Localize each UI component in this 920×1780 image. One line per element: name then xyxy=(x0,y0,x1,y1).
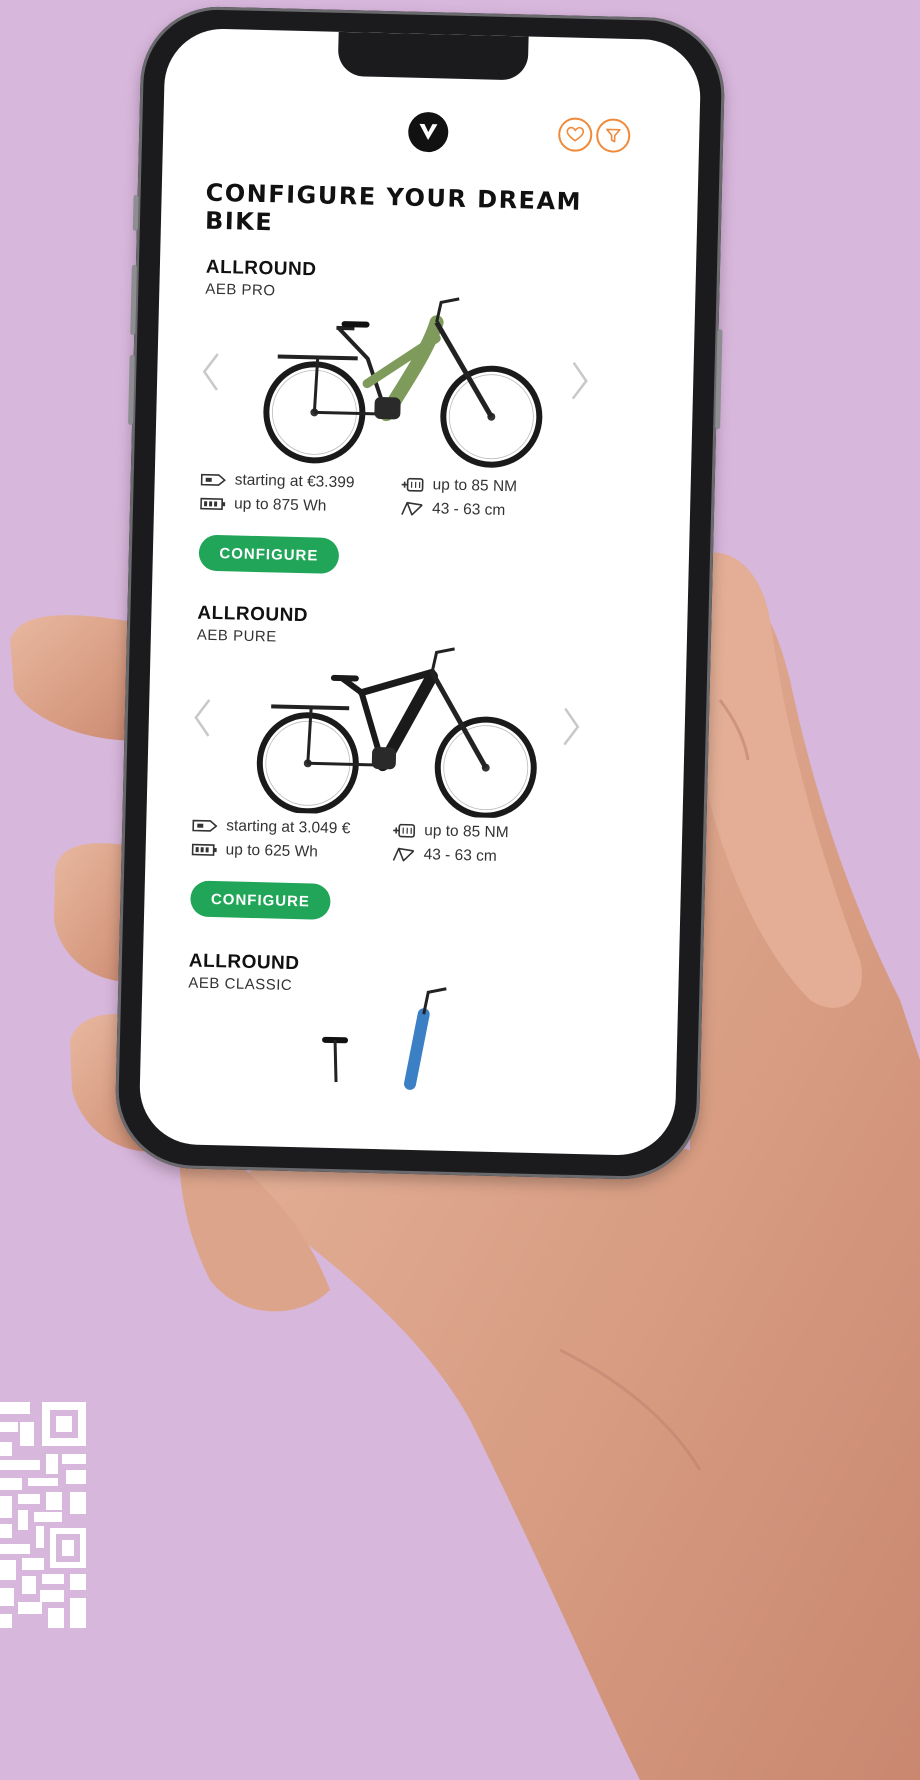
chevron-left-icon[interactable] xyxy=(186,692,217,743)
torque-spec: up to 85 NM xyxy=(392,821,509,842)
bike-category: ALLROUND xyxy=(197,602,309,627)
frame-size-icon xyxy=(401,501,423,516)
price-spec: starting at €3.399 xyxy=(200,471,355,493)
torque-text: up to 85 NM xyxy=(423,822,509,842)
frame-size-spec: 43 - 63 cm xyxy=(400,499,506,520)
bike-image xyxy=(322,987,447,1090)
battery-icon xyxy=(200,497,226,510)
torque-text: up to 85 NM xyxy=(432,476,518,496)
motor-icon xyxy=(401,477,424,492)
page-title: CONFIGURE YOUR DREAM BIKE xyxy=(204,178,583,237)
chevron-right-icon[interactable] xyxy=(565,355,596,406)
chevron-right-icon[interactable] xyxy=(556,701,587,752)
bike-category: ALLROUND xyxy=(205,256,317,281)
bike-card: ALLROUND AEB CLASSIC xyxy=(140,949,679,1090)
frame-size-spec: 43 - 63 cm xyxy=(391,845,497,866)
battery-spec: up to 875 Wh xyxy=(200,495,327,516)
frame-size-icon xyxy=(392,847,415,862)
v-logo-icon[interactable] xyxy=(407,111,449,153)
configure-button[interactable]: CONFIGURE xyxy=(190,880,331,920)
price-tag-icon xyxy=(200,473,226,486)
power-button xyxy=(715,329,723,430)
mute-switch xyxy=(132,194,139,231)
frame-size-text: 43 - 63 cm xyxy=(431,500,506,520)
volume-up-button xyxy=(130,264,137,335)
chevron-left-icon[interactable] xyxy=(195,346,226,397)
phone-device: CONFIGURE YOUR DREAM BIKE ALLROUND AEB P… xyxy=(113,5,727,1181)
notch xyxy=(337,31,529,81)
frame-size-text: 43 - 63 cm xyxy=(423,846,498,865)
bike-image xyxy=(263,297,543,468)
volume-down-button xyxy=(128,354,135,425)
battery-spec: up to 625 Wh xyxy=(191,841,318,862)
qr-code xyxy=(0,1402,86,1628)
battery-text: up to 875 Wh xyxy=(233,495,327,515)
configure-button[interactable]: CONFIGURE xyxy=(198,534,340,575)
heart-icon[interactable] xyxy=(557,117,593,153)
torque-spec: up to 85 NM xyxy=(400,475,517,496)
filter-icon[interactable] xyxy=(595,118,631,153)
phone-screen: CONFIGURE YOUR DREAM BIKE ALLROUND AEB P… xyxy=(138,27,702,1157)
price-tag-icon xyxy=(192,819,218,832)
battery-icon xyxy=(191,843,217,856)
motor-icon xyxy=(393,823,416,838)
price-spec: starting at 3.049 € xyxy=(192,817,351,839)
bike-card: ALLROUND AEB PRO starting at €3.399 up t… xyxy=(151,256,696,659)
bike-card: ALLROUND AEB PURE starting at 3.049 € up… xyxy=(142,601,687,1004)
price-text: starting at 3.049 € xyxy=(226,817,351,838)
bike-image xyxy=(256,647,537,819)
battery-text: up to 625 Wh xyxy=(225,841,319,861)
price-text: starting at €3.399 xyxy=(234,471,355,492)
